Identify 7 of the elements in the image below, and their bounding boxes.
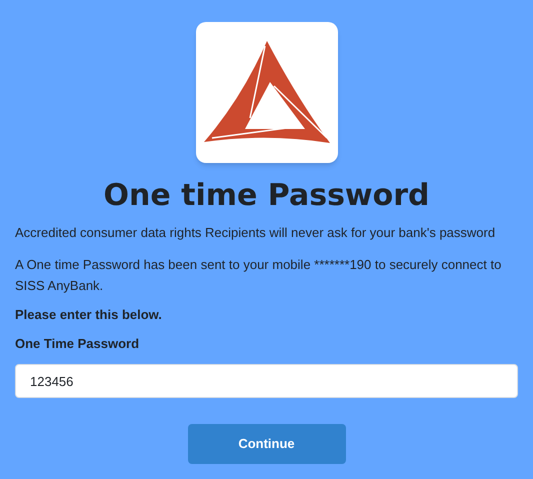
otp-message: A One time Password has been sent to your mobile *******190 to securely connect to SISS AnyBank. bbox=[15, 256, 502, 295]
input-field[interactable]: 123456 bbox=[15, 364, 518, 398]
page-title: One time Password bbox=[103, 177, 430, 215]
instruction-text: Please enter this below. bbox=[15, 306, 163, 324]
field-label: One Time Password bbox=[15, 335, 140, 353]
security-notice: Accredited consumer data rights Recipients will never ask for your bank's password bbox=[15, 224, 496, 242]
continue-button[interactable]: Continue bbox=[188, 424, 346, 464]
